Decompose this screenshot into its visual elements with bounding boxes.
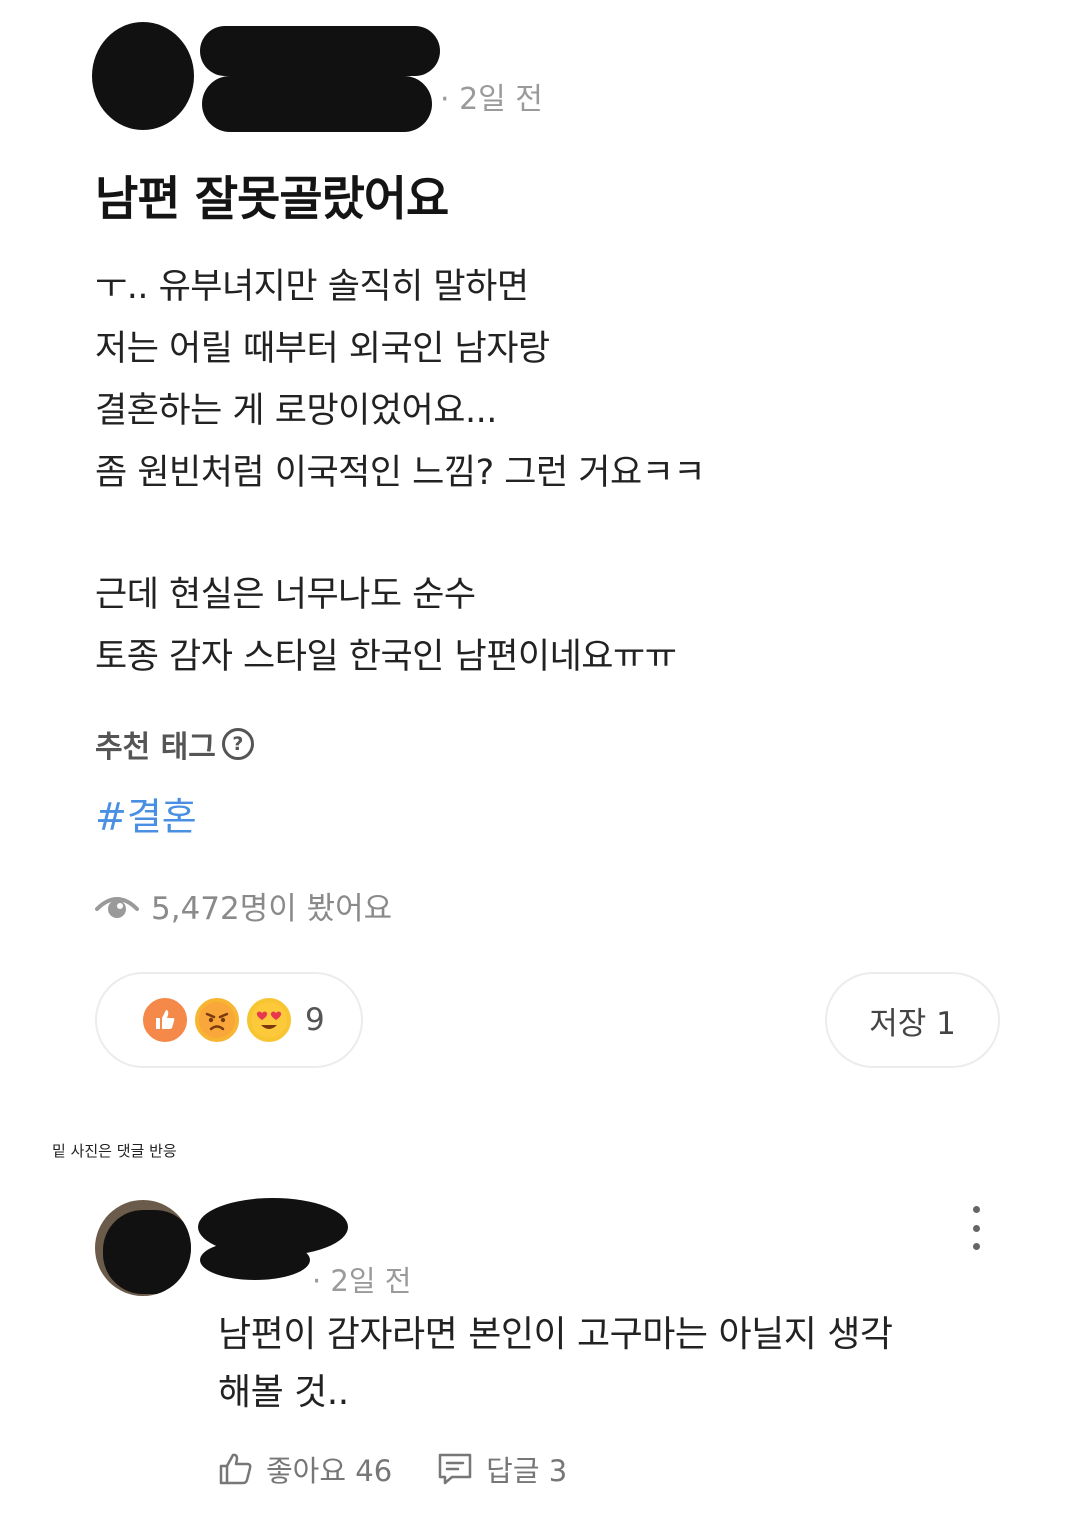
post-body-line: 토종 감자 스타일 한국인 남편이네요ㅠㅠ <box>95 637 677 677</box>
post-body-line: 결혼하는 게 로망이었어요... <box>95 391 497 431</box>
tag-heading-label: 추천 태그 <box>95 730 216 765</box>
reaction-button[interactable]: 9 <box>95 972 363 1068</box>
post-body: ㅜ.. 유부녀지만 솔직히 말하면 저는 어릴 때부터 외국인 남자랑 결혼하는… <box>95 256 995 688</box>
post-body-line: 저는 어릴 때부터 외국인 남자랑 <box>95 329 550 369</box>
commenter-info-redaction <box>200 1240 310 1280</box>
post-time: · 2일 전 <box>440 82 543 117</box>
reaction-count: 9 <box>305 1002 325 1038</box>
tag-link[interactable]: #결혼 <box>95 786 197 841</box>
comment-time: · 2일 전 <box>312 1264 412 1298</box>
caption-note: 밑 사진은 댓글 반응 <box>52 1142 177 1160</box>
more-vertical-icon[interactable] <box>966 1206 986 1250</box>
view-count-text: 5,472명이 봤어요 <box>151 891 393 927</box>
comment-text-line: 남편이 감자라면 본인이 고구마는 아닐지 생각 <box>218 1314 893 1355</box>
post-author-header <box>90 18 690 132</box>
eye-icon <box>95 896 139 918</box>
tag-heading: 추천 태그 ? <box>95 722 254 766</box>
comment-like-button[interactable]: 좋아요 46 <box>218 1448 392 1490</box>
comment-reply-button[interactable]: 답글 3 <box>436 1448 567 1490</box>
comment-text-line: 해볼 것.. <box>218 1372 349 1413</box>
question-circle-icon[interactable]: ? <box>221 728 254 760</box>
post-body-line: 근데 현실은 너무나도 순수 <box>95 575 476 615</box>
author-name-redaction <box>200 26 440 76</box>
comment-actions: 좋아요 46 답글 3 <box>218 1448 611 1490</box>
post-body-line: 좀 원빈처럼 이국적인 느낌? 그런 거요ㅋㅋ <box>95 453 706 493</box>
comment-text: 남편이 감자라면 본인이 고구마는 아닐지 생각 해볼 것.. <box>218 1306 1018 1422</box>
comment-icon <box>438 1453 472 1485</box>
thumbs-up-reaction-icon <box>141 996 189 1044</box>
commenter-avatar[interactable] <box>95 1200 191 1296</box>
author-info-redaction <box>202 76 432 132</box>
post-body-line: ㅜ.. 유부녀지만 솔직히 말하면 <box>95 267 529 307</box>
thumbs-up-icon <box>219 1453 252 1485</box>
heart-eyes-reaction-icon <box>245 996 293 1044</box>
post-title: 남편 잘못골랐어요 <box>95 172 449 227</box>
save-button[interactable]: 저장 1 <box>825 972 1000 1068</box>
commenter-avatar-redaction <box>103 1210 191 1294</box>
recommended-tags: 추천 태그 ? <box>95 722 254 766</box>
comment-reply-label: 답글 3 <box>486 1454 568 1488</box>
author-avatar-redaction <box>92 22 194 130</box>
view-count: 5,472명이 봤어요 <box>95 883 392 928</box>
comment-like-label: 좋아요 46 <box>266 1454 393 1488</box>
angry-face-reaction-icon <box>193 996 241 1044</box>
